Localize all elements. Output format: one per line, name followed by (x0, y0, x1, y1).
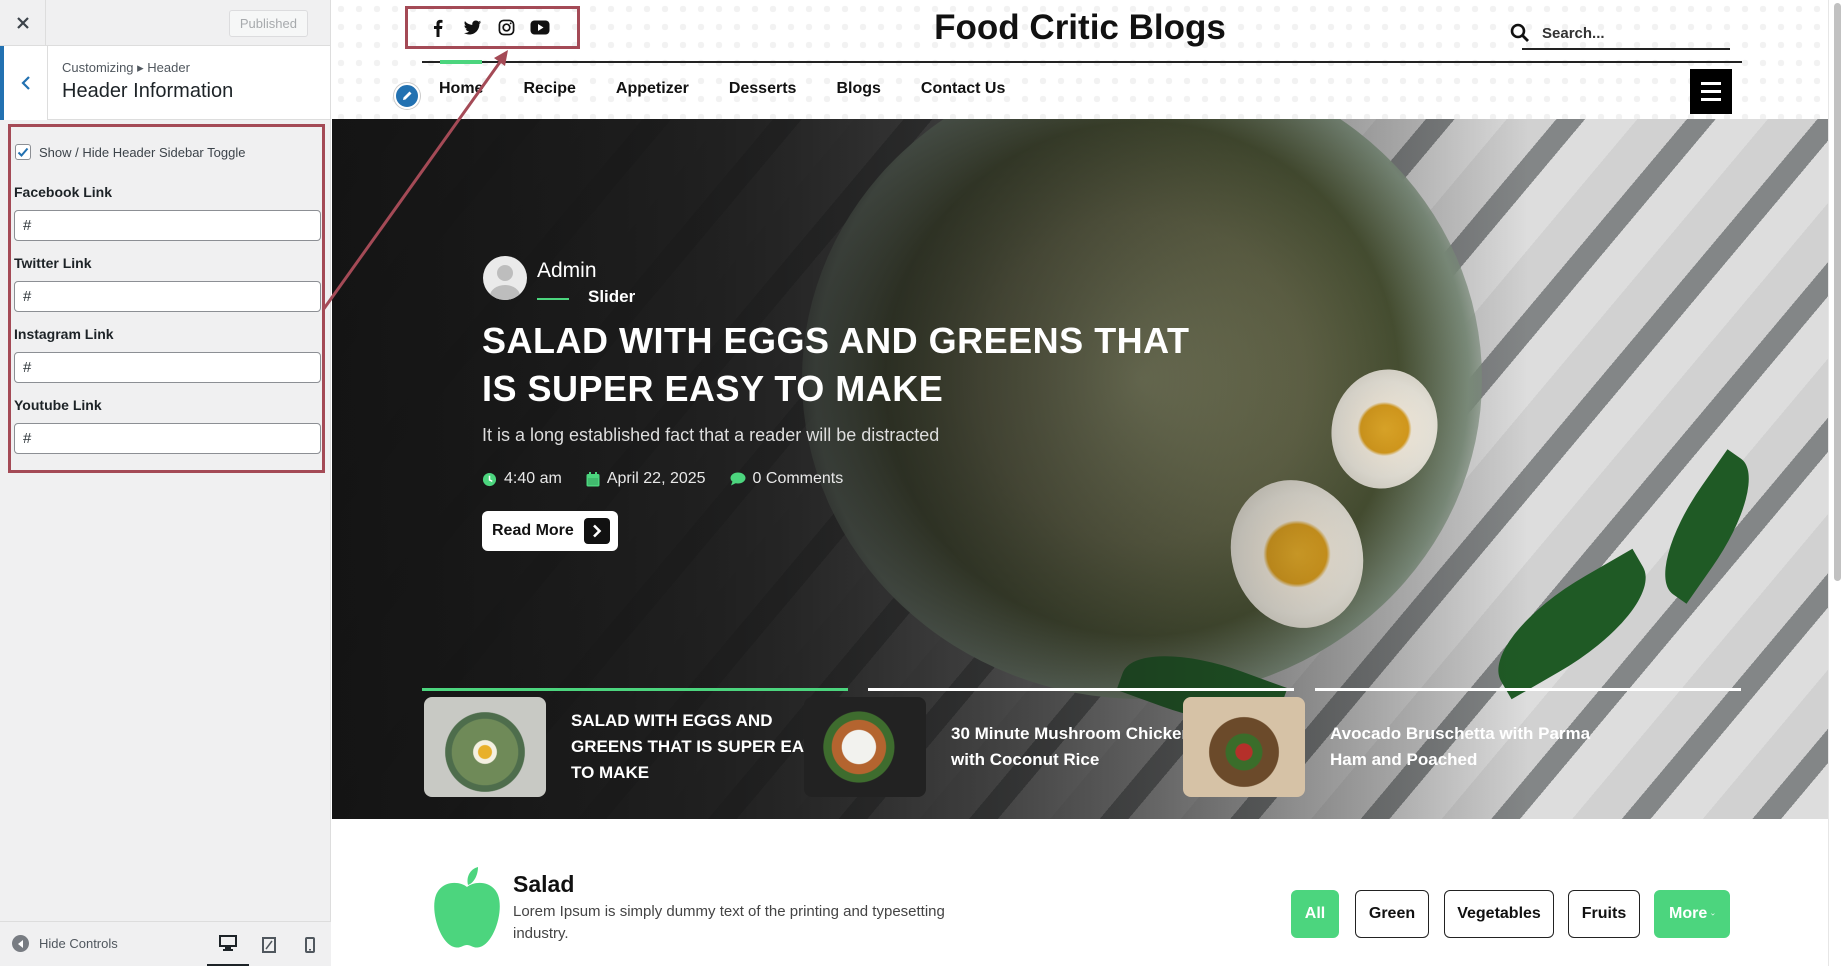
slide-image (1183, 697, 1305, 797)
hide-controls-label: Hide Controls (39, 936, 118, 951)
search-box (1510, 18, 1730, 50)
tablet-icon (262, 936, 276, 953)
close-icon (16, 17, 29, 29)
calendar-icon (586, 471, 600, 486)
read-more-button[interactable]: Read More (482, 511, 618, 551)
checkbox-label: Show / Hide Header Sidebar Toggle (39, 144, 246, 160)
youtube-link-input[interactable] (14, 423, 321, 454)
hide-controls-button[interactable]: Hide Controls (12, 935, 118, 952)
facebook-link-label: Facebook Link (14, 184, 113, 200)
twitter-link-input[interactable] (14, 281, 321, 312)
instagram-link-input[interactable] (14, 352, 321, 383)
hamburger-icon (1701, 82, 1721, 85)
post-comments[interactable]: 0 Comments (730, 470, 844, 488)
header-divider (422, 61, 1742, 63)
section-title: Header Information (62, 80, 234, 102)
sidebar-toggle-checkbox[interactable]: Show / Hide Header Sidebar Toggle (15, 144, 245, 160)
slide-progress (1315, 688, 1741, 691)
active-nav-indicator (440, 60, 482, 64)
site-header: Food Critic Blogs Home Recipe Appetizer … (332, 0, 1828, 119)
nav-item-appetizer[interactable]: Appetizer (616, 80, 689, 98)
post-meta: 4:40 am April 22, 2025 0 Comments (482, 470, 843, 488)
category-dash (537, 298, 569, 300)
slide-progress-active (422, 688, 848, 691)
hero-slider: Admin Slider SALAD WITH EGGS AND GREENS … (332, 119, 1828, 819)
slide-progress (868, 688, 1294, 691)
facebook-link-input[interactable] (14, 210, 321, 241)
section-title-salad: Salad (513, 871, 575, 897)
filter-green-button[interactable]: Green (1355, 890, 1429, 938)
slide-image (804, 697, 926, 797)
nav-item-home[interactable]: Home (439, 80, 483, 98)
hero-title[interactable]: SALAD WITH EGGS AND GREENS THAT IS SUPER… (482, 317, 1202, 413)
scrollbar-thumb[interactable] (1834, 3, 1841, 581)
apple-icon (434, 867, 500, 948)
checkbox-box[interactable] (15, 144, 31, 160)
preview-mobile-button[interactable] (289, 922, 331, 966)
clock-icon (482, 472, 497, 486)
slide-image (424, 697, 546, 797)
filter-vegetables-button[interactable]: Vegetables (1444, 890, 1554, 938)
nav-item-contact-us[interactable]: Contact Us (921, 80, 1005, 98)
chevron-down-icon (1711, 912, 1715, 916)
slide-thumbnail-2[interactable]: 30 Minute Mushroom Chicken with Coconut … (796, 696, 1221, 798)
slide-thumbnail-1[interactable]: SALAD WITH EGGS AND GREENS THAT IS SUPER… (416, 696, 841, 798)
filter-more-label: More (1669, 905, 1708, 922)
close-customizer-button[interactable] (0, 0, 46, 46)
check-icon (17, 147, 29, 157)
avatar (483, 256, 527, 300)
filter-all-button[interactable]: All (1291, 890, 1339, 938)
section-description: Lorem Ipsum is simply dummy text of the … (513, 903, 945, 942)
header-controls-panel: Show / Hide Header Sidebar Toggle Facebo… (8, 124, 325, 473)
preview-desktop-button[interactable] (207, 922, 249, 966)
youtube-link-label: Youtube Link (14, 397, 102, 413)
instagram-link-label: Instagram Link (14, 326, 114, 342)
twitter-link-label: Twitter Link (14, 255, 92, 271)
post-date: April 22, 2025 (586, 470, 706, 488)
post-date-text: April 22, 2025 (606, 470, 706, 487)
search-input[interactable] (1542, 24, 1712, 42)
customizer-footer: Hide Controls (0, 921, 331, 966)
back-button[interactable] (0, 46, 48, 120)
comment-icon (730, 472, 746, 486)
nav-item-blogs[interactable]: Blogs (836, 80, 880, 98)
published-button[interactable]: Published (228, 10, 308, 37)
customizer-header: Published (0, 0, 330, 46)
read-more-label: Read More (492, 522, 574, 539)
chevron-right-icon (583, 518, 610, 544)
filter-more-button[interactable]: More (1654, 890, 1730, 938)
breadcrumb: Customizing ▸ Header (62, 60, 190, 75)
post-comments-text: 0 Comments (752, 470, 844, 487)
preview-tablet-button[interactable] (248, 922, 290, 966)
preview-scrollbar[interactable] (1828, 0, 1846, 966)
filter-fruits-button[interactable]: Fruits (1568, 890, 1640, 938)
pencil-icon (403, 91, 412, 100)
post-time-text: 4:40 am (504, 470, 562, 487)
nav-item-recipe[interactable]: Recipe (523, 80, 575, 98)
post-category[interactable]: Slider (588, 287, 635, 307)
slide-title: Avocado Bruschetta with Parma Ham and Po… (1330, 724, 1591, 769)
search-icon[interactable] (1510, 23, 1530, 43)
author-name[interactable]: Admin (537, 259, 597, 283)
slide-thumbnail-3[interactable]: Avocado Bruschetta with Parma Ham and Po… (1175, 696, 1600, 798)
chevron-left-icon (20, 76, 30, 90)
main-nav: Home Recipe Appetizer Desserts Blogs Con… (439, 80, 1005, 98)
post-time: 4:40 am (482, 470, 562, 488)
nav-item-desserts[interactable]: Desserts (729, 80, 797, 98)
section-header: Customizing ▸ Header Header Information (0, 46, 330, 120)
collapse-icon (12, 935, 29, 952)
edit-shortcut-button[interactable] (394, 83, 420, 109)
customizer-sidebar: Published Customizing ▸ Header Header In… (0, 0, 331, 966)
desktop-icon (219, 935, 237, 951)
site-preview: Food Critic Blogs Home Recipe Appetizer … (332, 0, 1828, 966)
hamburger-menu-button[interactable] (1690, 69, 1732, 114)
hero-description: It is a long established fact that a rea… (482, 425, 940, 445)
mobile-icon (305, 936, 315, 953)
